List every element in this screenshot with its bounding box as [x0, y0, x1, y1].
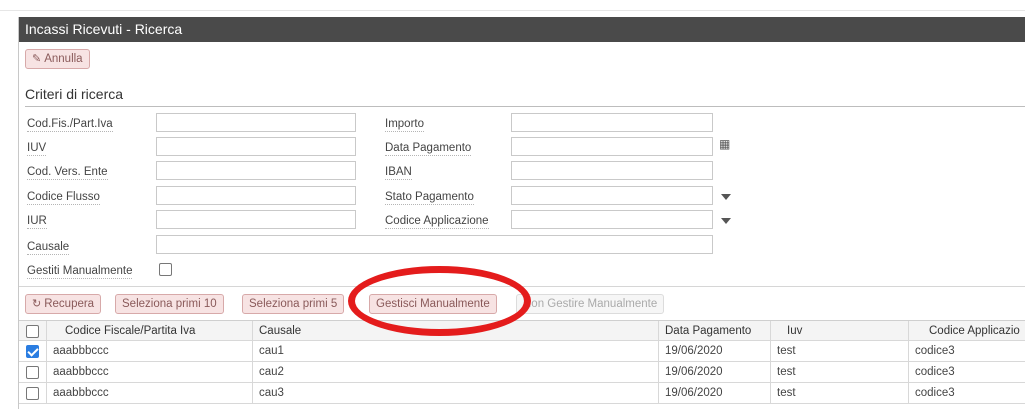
window-title: Incassi Ricevuti - Ricerca — [19, 17, 1025, 42]
causale-input[interactable] — [156, 235, 713, 254]
app-cell: codice3 — [915, 345, 955, 357]
iuv-label: IUV — [27, 142, 47, 156]
column-header[interactable]: Codice Fiscale/Partita Iva — [47, 321, 253, 342]
app-cell: codice3 — [915, 366, 955, 378]
importo-label: Importo — [385, 118, 424, 132]
stato-pagamento-select[interactable] — [511, 186, 713, 205]
column-header[interactable]: Data Pagamento — [659, 321, 771, 342]
column-header[interactable]: Codice Applicazio — [909, 321, 1025, 342]
gestiti-checkbox[interactable] — [159, 263, 172, 276]
recupera-button[interactable]: ↻ Recupera — [25, 294, 102, 314]
seleziona-5-button[interactable]: Seleziona primi 5 — [242, 294, 345, 314]
gestiti-label: Gestiti Manualmente — [27, 265, 133, 279]
annulla-button[interactable]: ✎ Annulla — [25, 49, 90, 69]
caret-down-icon[interactable] — [721, 194, 731, 200]
table-row[interactable]: aaabbbccc cau2 19/06/2020 test codice3 — [19, 362, 1025, 383]
iban-input[interactable] — [511, 161, 713, 180]
eraser-icon: ✎ — [32, 53, 42, 65]
iuv-input[interactable] — [156, 137, 356, 156]
annulla-label: Annulla — [44, 53, 83, 65]
causale-cell: cau3 — [253, 383, 659, 404]
app-cell: codice3 — [915, 387, 955, 399]
data-cell: 19/06/2020 — [659, 383, 771, 404]
column-header[interactable]: Iuv — [771, 321, 909, 342]
cf-cell: aaabbbccc — [47, 362, 253, 383]
row-select-cell — [19, 341, 47, 362]
select-all-checkbox[interactable] — [26, 325, 39, 338]
importo-input[interactable] — [511, 113, 713, 132]
table-header: Codice Fiscale/Partita Iva Causale Data … — [19, 320, 1025, 342]
codice-flusso-label: Codice Flusso — [27, 191, 100, 205]
stato-pagamento-label: Stato Pagamento — [385, 191, 474, 205]
codice-applicazione-select[interactable] — [511, 210, 713, 229]
search-panel: Incassi Ricevuti - Ricerca ✎ Annulla Crit… — [18, 17, 1025, 409]
table-row[interactable]: aaabbbccc cau3 19/06/2020 test codice3 — [19, 383, 1025, 404]
row-select-cell — [19, 362, 47, 383]
cod-vers-label: Cod. Vers. Ente — [27, 166, 108, 180]
cf-cell: aaabbbccc — [47, 383, 253, 404]
iuv-cell: test — [771, 341, 909, 362]
causale-label: Causale — [27, 241, 70, 255]
iuv-cell: test — [771, 362, 909, 383]
row-checkbox[interactable] — [26, 387, 39, 400]
section-divider — [25, 106, 1025, 107]
header-select-cell — [19, 321, 47, 342]
causale-cell: cau2 — [253, 362, 659, 383]
row-checkbox[interactable] — [26, 345, 39, 358]
cod-fis-input[interactable] — [156, 113, 356, 132]
data-pagamento-label: Data Pagamento — [385, 142, 472, 156]
non-gestire-button[interactable]: Non Gestire Manualmente — [516, 294, 665, 314]
cod-fis-label: Cod.Fis./Part.Iva — [27, 118, 113, 132]
cf-cell: aaabbbccc — [47, 341, 253, 362]
row-checkbox[interactable] — [26, 366, 39, 379]
non-gestire-label: Non Gestire Manualmente — [523, 298, 658, 310]
seleziona-5-label: Seleziona primi 5 — [249, 298, 338, 310]
cod-vers-input[interactable] — [156, 161, 356, 180]
causale-cell: cau1 — [253, 341, 659, 362]
codice-flusso-input[interactable] — [156, 186, 356, 205]
row-select-cell — [19, 383, 47, 404]
calendar-icon[interactable]: ▦ — [719, 137, 730, 151]
data-cell: 19/06/2020 — [659, 362, 771, 383]
codice-applicazione-label: Codice Applicazione — [385, 215, 489, 229]
top-strip — [0, 0, 1025, 11]
iban-label: IBAN — [385, 166, 412, 180]
recupera-label: Recupera — [44, 298, 95, 310]
highlight-circle — [348, 266, 531, 336]
data-cell: 19/06/2020 — [659, 341, 771, 362]
iuv-cell: test — [771, 383, 909, 404]
data-pagamento-input[interactable] — [511, 137, 713, 156]
caret-down-icon[interactable] — [721, 218, 731, 224]
table-row[interactable]: aaabbbccc cau1 19/06/2020 test codice3 — [19, 341, 1025, 362]
refresh-icon: ↻ — [32, 298, 42, 310]
iur-input[interactable] — [156, 210, 356, 229]
seleziona-10-label: Seleziona primi 10 — [122, 298, 217, 310]
section-title: Criteri di ricerca — [25, 86, 124, 102]
seleziona-10-button[interactable]: Seleziona primi 10 — [115, 294, 224, 314]
iur-label: IUR — [27, 215, 47, 229]
